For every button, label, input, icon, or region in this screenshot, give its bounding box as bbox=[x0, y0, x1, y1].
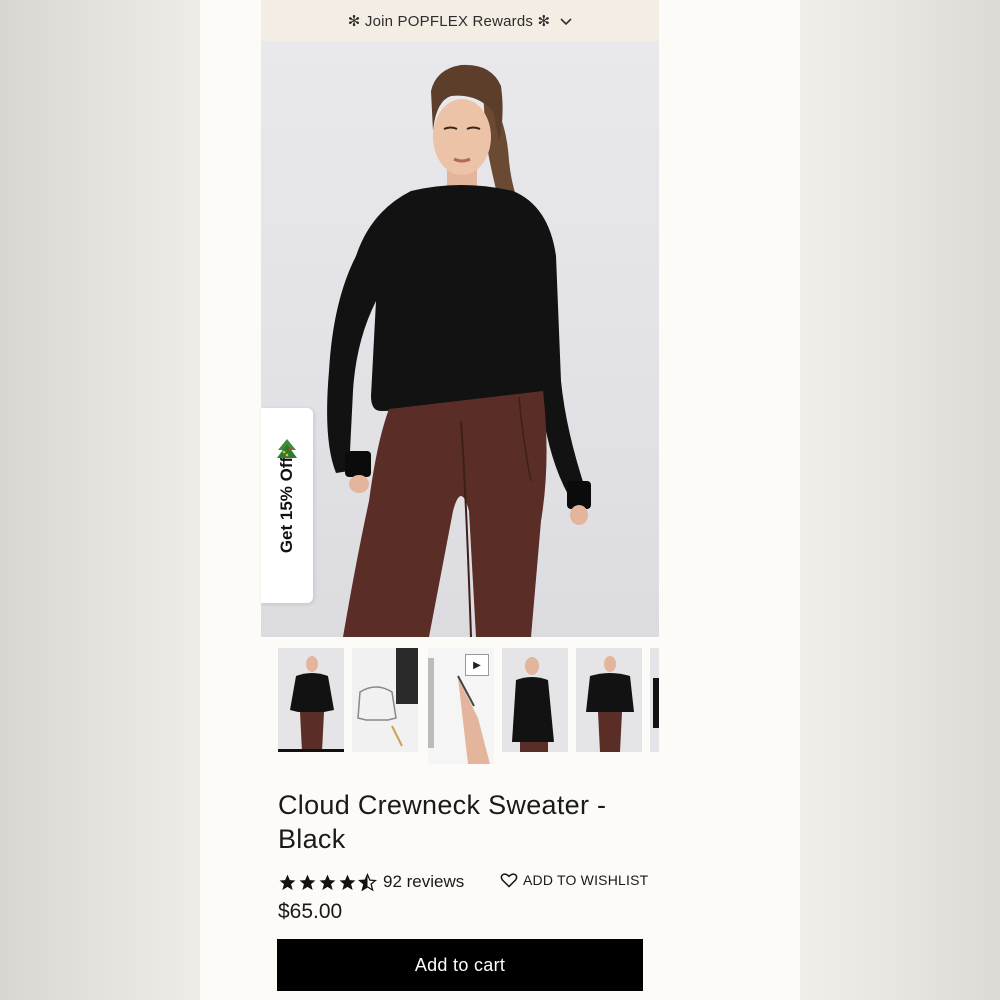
thumbnail-sketch[interactable] bbox=[352, 648, 418, 752]
rewards-banner[interactable]: ✻ Join POPFLEX Rewards ✻ bbox=[261, 0, 659, 41]
add-to-wishlist-button[interactable]: ADD TO WISHLIST bbox=[500, 872, 648, 888]
rating-row[interactable]: 92 reviews bbox=[278, 870, 464, 894]
heart-icon bbox=[500, 873, 518, 888]
rewards-banner-text: ✻ Join POPFLEX Rewards ✻ bbox=[347, 12, 551, 30]
add-to-cart-button[interactable]: Add to cart bbox=[277, 939, 643, 991]
thumbnail-model-side[interactable] bbox=[502, 648, 568, 752]
star-icon bbox=[299, 874, 316, 890]
star-rating bbox=[278, 872, 377, 892]
discount-tab-label: Get 15% Off bbox=[277, 456, 296, 554]
star-icon bbox=[279, 874, 296, 890]
thumbnail-strip: ▶ bbox=[278, 648, 659, 764]
reviews-link[interactable]: 92 reviews bbox=[383, 872, 464, 892]
thumbnail-partial[interactable] bbox=[650, 648, 659, 752]
star-icon bbox=[319, 874, 336, 890]
discount-tab[interactable]: Get 15% Off bbox=[261, 408, 313, 603]
backdrop-right bbox=[800, 0, 1000, 1000]
wishlist-label: ADD TO WISHLIST bbox=[523, 872, 649, 888]
star-half-icon bbox=[358, 872, 377, 891]
backdrop-left bbox=[0, 0, 200, 1000]
product-price: $65.00 bbox=[278, 900, 343, 923]
star-icon bbox=[339, 874, 356, 890]
product-page: ✻ Join POPFLEX Rewards ✻ Get 15% Off ▶ C… bbox=[200, 0, 800, 1000]
thumbnail-video[interactable]: ▶ bbox=[428, 648, 494, 764]
christmas-tree-icon bbox=[277, 439, 297, 458]
product-hero-image[interactable] bbox=[261, 41, 659, 637]
play-icon[interactable]: ▶ bbox=[465, 654, 489, 676]
model-illustration bbox=[327, 64, 591, 637]
thumbnail-model-front-2[interactable] bbox=[576, 648, 642, 752]
chevron-down-icon bbox=[560, 13, 572, 29]
product-title: Cloud Crewneck Sweater - Black bbox=[278, 790, 607, 854]
thumbnail-model-front[interactable] bbox=[278, 648, 344, 752]
